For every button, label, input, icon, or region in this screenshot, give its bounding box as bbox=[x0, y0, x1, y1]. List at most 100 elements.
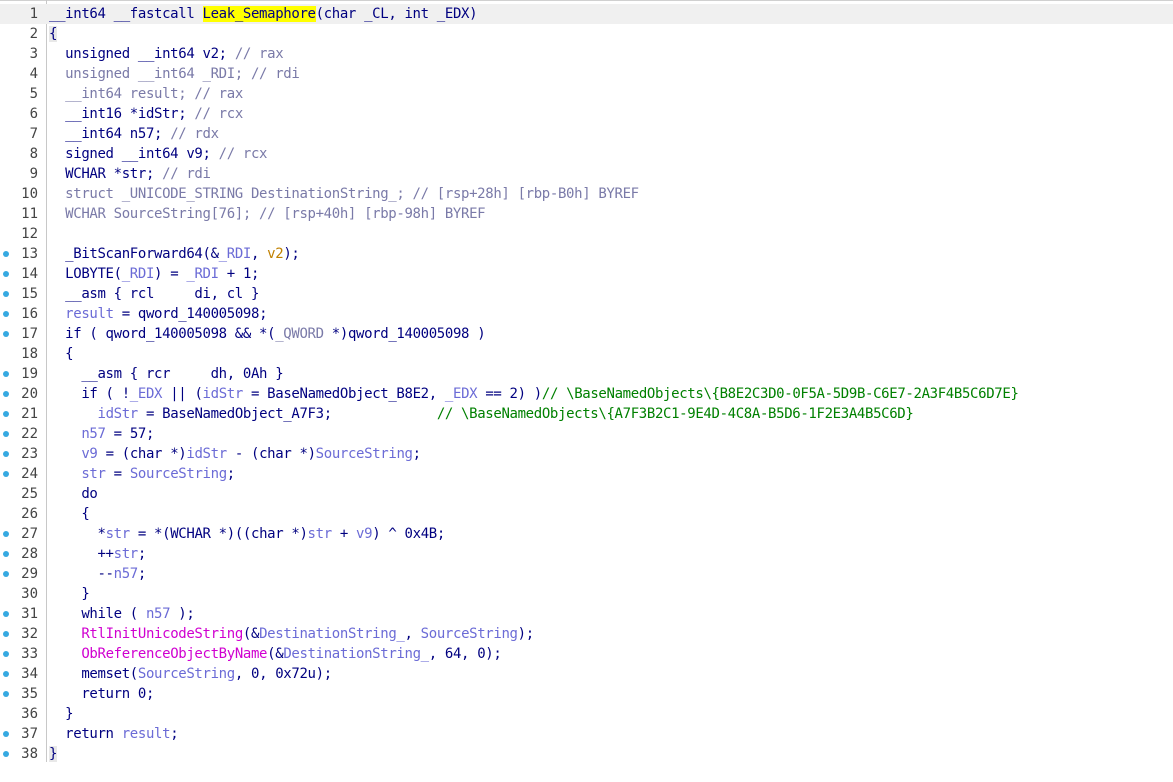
code-line[interactable]: 29 --n57; bbox=[0, 564, 1173, 584]
code-text[interactable]: memset(SourceString, 0, 0x72u); bbox=[49, 664, 332, 684]
code-line[interactable]: 16 result = qword_140005098; bbox=[0, 304, 1173, 324]
code-line[interactable]: 7 __int64 n57; // rdx bbox=[0, 124, 1173, 144]
code-text[interactable]: struct _UNICODE_STRING DestinationString… bbox=[49, 184, 639, 204]
breakpoint-dot-icon[interactable] bbox=[3, 411, 9, 417]
code-text[interactable]: *str = *(WCHAR *)((char *)str + v9) ^ 0x… bbox=[49, 524, 445, 544]
breakpoint-dot-icon[interactable] bbox=[3, 611, 9, 617]
code-line[interactable]: 1 __int64 __fastcall Leak_Semaphore(char … bbox=[0, 4, 1173, 24]
code-line[interactable]: 4 unsigned __int64 _RDI; // rdi bbox=[0, 64, 1173, 84]
code-text[interactable]: signed __int64 v9; // rcx bbox=[49, 144, 267, 164]
code-line[interactable]: 9 WCHAR *str; // rdi bbox=[0, 164, 1173, 184]
breakpoint-dot-icon[interactable] bbox=[3, 271, 9, 277]
code-line[interactable]: 5 __int64 result; // rax bbox=[0, 84, 1173, 104]
code-line[interactable]: 30 } bbox=[0, 584, 1173, 604]
code-line[interactable]: 26 { bbox=[0, 504, 1173, 524]
code-text[interactable]: while ( n57 ); bbox=[49, 604, 194, 624]
breakpoint-dot-icon[interactable] bbox=[3, 311, 9, 317]
code-text[interactable]: __int16 *idStr; // rcx bbox=[49, 104, 243, 124]
code-text[interactable]: ObReferenceObjectByName(&DestinationStri… bbox=[49, 644, 501, 664]
code-text[interactable]: result = qword_140005098; bbox=[49, 304, 267, 324]
breakpoint-dot-icon[interactable] bbox=[3, 571, 9, 577]
code-line[interactable]: 21 idStr = BaseNamedObject_A7F3; // \Bas… bbox=[0, 404, 1173, 424]
code-text[interactable]: unsigned __int64 v2; // rax bbox=[49, 44, 283, 64]
code-line[interactable]: 35 return 0; bbox=[0, 684, 1173, 704]
code-line[interactable]: 28 ++str; bbox=[0, 544, 1173, 564]
code-text[interactable]: --n57; bbox=[49, 564, 146, 584]
code-text[interactable]: } bbox=[49, 584, 89, 604]
code-line[interactable]: 15 __asm { rcl di, cl } bbox=[0, 284, 1173, 304]
breakpoint-dot-icon[interactable] bbox=[3, 371, 9, 377]
code-text[interactable]: __int64 __fastcall Leak_Semaphore(char _… bbox=[49, 4, 478, 24]
code-line[interactable]: 19 __asm { rcr dh, 0Ah } bbox=[0, 364, 1173, 384]
breakpoint-dot-icon[interactable] bbox=[3, 391, 9, 397]
breakpoint-dot-icon[interactable] bbox=[3, 731, 9, 737]
code-line[interactable]: 24 str = SourceString; bbox=[0, 464, 1173, 484]
breakpoint-dot-icon[interactable] bbox=[3, 691, 9, 697]
code-text[interactable]: if ( qword_140005098 && *(_QWORD *)qword… bbox=[49, 324, 485, 344]
breakpoint-dot-icon[interactable] bbox=[3, 291, 9, 297]
code-line[interactable]: 37 return result; bbox=[0, 724, 1173, 744]
code-line[interactable]: 2{ bbox=[0, 24, 1173, 44]
code-text[interactable]: { bbox=[49, 504, 89, 524]
breakpoint-dot-icon[interactable] bbox=[3, 551, 9, 557]
breakpoint-dot-icon[interactable] bbox=[3, 531, 9, 537]
code-token: , 0, 0x72u); bbox=[234, 666, 332, 682]
breakpoint-dot-icon[interactable] bbox=[3, 651, 9, 657]
code-text[interactable]: v9 = (char *)idStr - (char *)SourceStrin… bbox=[49, 444, 421, 464]
code-line[interactable]: 20 if ( !_EDX || (idStr = BaseNamedObjec… bbox=[0, 384, 1173, 404]
code-text[interactable]: ++str; bbox=[49, 544, 146, 564]
breakpoint-dot-icon[interactable] bbox=[3, 751, 9, 757]
code-line[interactable]: 33 ObReferenceObjectByName(&DestinationS… bbox=[0, 644, 1173, 664]
breakpoint-dot-icon[interactable] bbox=[3, 471, 9, 477]
code-line[interactable]: 13 _BitScanForward64(&_RDI, v2); bbox=[0, 244, 1173, 264]
code-text[interactable]: idStr = BaseNamedObject_A7F3; // \BaseNa… bbox=[49, 404, 913, 424]
code-text[interactable]: return result; bbox=[49, 724, 178, 744]
code-line[interactable]: 36 } bbox=[0, 704, 1173, 724]
code-text[interactable]: } bbox=[49, 704, 73, 724]
code-line[interactable]: 17 if ( qword_140005098 && *(_QWORD *)qw… bbox=[0, 324, 1173, 344]
code-text[interactable]: if ( !_EDX || (idStr = BaseNamedObject_B… bbox=[49, 384, 1019, 404]
code-line[interactable]: 6 __int16 *idStr; // rcx bbox=[0, 104, 1173, 124]
code-text[interactable]: } bbox=[49, 744, 57, 764]
breakpoint-dot-icon[interactable] bbox=[3, 431, 9, 437]
code-text[interactable]: n57 = 57; bbox=[49, 424, 154, 444]
code-text[interactable]: do bbox=[49, 484, 98, 504]
code-line[interactable]: 32 RtlInitUnicodeString(&DestinationStri… bbox=[0, 624, 1173, 644]
code-text[interactable]: _BitScanForward64(&_RDI, v2); bbox=[49, 244, 300, 264]
code-line[interactable]: 10 struct _UNICODE_STRING DestinationStr… bbox=[0, 184, 1173, 204]
code-line[interactable]: 8 signed __int64 v9; // rcx bbox=[0, 144, 1173, 164]
code-line[interactable]: 14 LOBYTE(_RDI) = _RDI + 1; bbox=[0, 264, 1173, 284]
code-text[interactable]: unsigned __int64 _RDI; // rdi bbox=[49, 64, 300, 84]
code-line[interactable]: 34 memset(SourceString, 0, 0x72u); bbox=[0, 664, 1173, 684]
code-text[interactable]: return 0; bbox=[49, 684, 154, 704]
code-line[interactable]: 18 { bbox=[0, 344, 1173, 364]
code-text[interactable]: WCHAR SourceString[76]; // [rsp+40h] [rb… bbox=[49, 204, 485, 224]
code-line[interactable]: 12 bbox=[0, 224, 1173, 244]
code-text[interactable]: { bbox=[49, 24, 57, 44]
breakpoint-dot-icon[interactable] bbox=[3, 331, 9, 337]
code-text[interactable]: WCHAR *str; // rdi bbox=[49, 164, 211, 184]
code-text[interactable]: __asm { rcl di, cl } bbox=[49, 284, 259, 304]
breakpoint-dot-icon[interactable] bbox=[3, 251, 9, 257]
code-line[interactable]: 3 unsigned __int64 v2; // rax bbox=[0, 44, 1173, 64]
code-text[interactable]: __int64 result; // rax bbox=[49, 84, 243, 104]
code-line[interactable]: 23 v9 = (char *)idStr - (char *)SourceSt… bbox=[0, 444, 1173, 464]
code-text[interactable]: __asm { rcr dh, 0Ah } bbox=[49, 364, 283, 384]
breakpoint-dot-icon[interactable] bbox=[3, 631, 9, 637]
code-text[interactable]: __int64 n57; // rdx bbox=[49, 124, 219, 144]
breakpoint-dot-icon[interactable] bbox=[3, 451, 9, 457]
code-text[interactable]: RtlInitUnicodeString(&DestinationString_… bbox=[49, 624, 534, 644]
line-number: 37 bbox=[21, 726, 38, 742]
code-line[interactable]: 38} bbox=[0, 744, 1173, 764]
code-text[interactable]: { bbox=[49, 344, 73, 364]
code-line[interactable]: 27 *str = *(WCHAR *)((char *)str + v9) ^… bbox=[0, 524, 1173, 544]
code-text[interactable]: str = SourceString; bbox=[49, 464, 235, 484]
pseudocode-editor[interactable]: 1 __int64 __fastcall Leak_Semaphore(char … bbox=[0, 0, 1173, 782]
code-line[interactable]: 11 WCHAR SourceString[76]; // [rsp+40h] … bbox=[0, 204, 1173, 224]
breakpoint-dot-icon[interactable] bbox=[3, 671, 9, 677]
code-line[interactable]: 25 do bbox=[0, 484, 1173, 504]
code-token: v9 bbox=[356, 526, 373, 542]
code-line[interactable]: 31 while ( n57 ); bbox=[0, 604, 1173, 624]
code-text[interactable]: LOBYTE(_RDI) = _RDI + 1; bbox=[49, 264, 259, 284]
code-line[interactable]: 22 n57 = 57; bbox=[0, 424, 1173, 444]
